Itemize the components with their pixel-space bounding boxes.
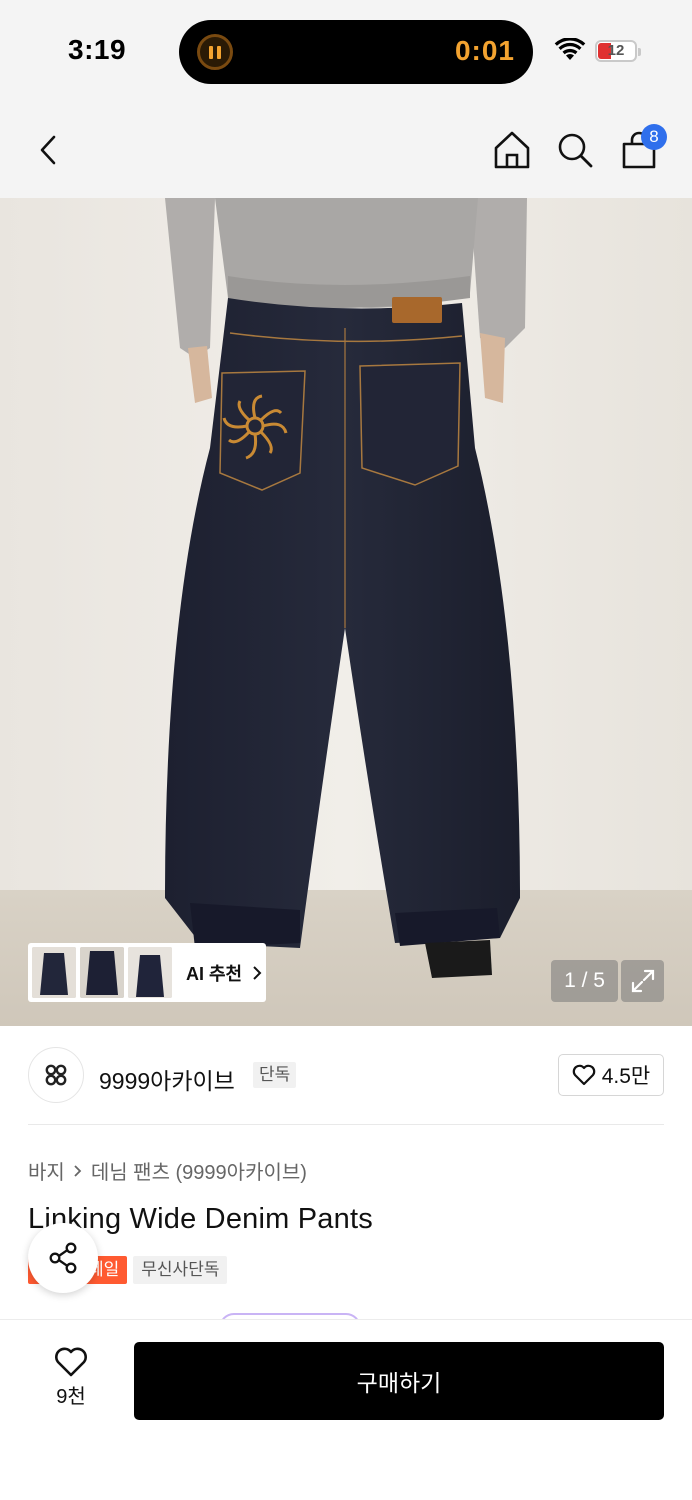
recording-timer: 0:01 (454, 35, 515, 66)
product-detail-page: 3:19 0:01 12 8 AI 추천 1 / 5 9999아카이브 단독 4… (0, 0, 692, 1500)
search-button[interactable] (553, 126, 597, 174)
heart-icon (55, 1347, 87, 1377)
image-page-counter: 1 / 5 (551, 960, 618, 1002)
battery-indicator: 12 (595, 40, 641, 62)
chevron-right-icon (253, 965, 262, 980)
product-photo (0, 198, 692, 1026)
chevron-right-icon (74, 1164, 82, 1177)
brand-like-count: 4.5만 (601, 1065, 651, 1088)
home-icon (494, 131, 530, 169)
exclusive-tag: 무신사단독 (133, 1256, 228, 1284)
brand-logo[interactable] (28, 1047, 84, 1103)
heart-icon (572, 1064, 596, 1086)
ai-recommend-label: AI 추천 (186, 963, 243, 984)
brand-logo-icon (45, 1064, 67, 1086)
brand-exclusive-tag: 단독 (253, 1062, 297, 1088)
back-icon (40, 135, 56, 165)
search-icon (558, 133, 593, 168)
brand-row[interactable]: 9999아카이브 단독 4.5만 (28, 1046, 664, 1104)
product-image-gallery[interactable]: AI 추천 1 / 5 (0, 198, 692, 1026)
status-bar: 3:19 0:01 12 (0, 0, 692, 100)
ai-recommend-button[interactable]: AI 추천 (28, 943, 266, 1002)
share-button[interactable] (28, 1223, 98, 1293)
divider (28, 1124, 664, 1125)
dynamic-island[interactable]: 0:01 (179, 20, 533, 84)
breadcrumb-category[interactable]: 바지 (28, 1156, 65, 1185)
back-button[interactable] (26, 126, 70, 174)
expand-icon (631, 969, 654, 993)
brand-like-button[interactable]: 4.5만 (558, 1054, 664, 1096)
bottom-action-bar: 9천 구매하기 (0, 1319, 692, 1500)
breadcrumb: 바지 데님 팬츠 (9999아카이브) (28, 1156, 307, 1185)
recommend-thumbnail (128, 947, 172, 998)
recommend-thumbnail (32, 947, 76, 998)
brand-name[interactable]: 9999아카이브 (99, 1062, 235, 1096)
top-nav-bar: 8 (0, 100, 692, 198)
recommend-thumbnail (80, 947, 124, 998)
cart-count-badge: 8 (641, 124, 667, 150)
wishlist-count: 9천 (56, 1386, 86, 1408)
battery-level: 12 (607, 42, 625, 59)
wifi-icon (554, 38, 586, 60)
home-button[interactable] (490, 126, 534, 174)
breadcrumb-subcategory[interactable]: 데님 팬츠 (9999아카이브) (91, 1156, 307, 1185)
wishlist-button[interactable]: 9천 (40, 1346, 102, 1416)
cart-button[interactable]: 8 (617, 124, 667, 174)
status-time: 3:19 (68, 34, 127, 65)
share-icon (49, 1242, 77, 1274)
expand-image-button[interactable] (621, 960, 664, 1002)
buy-button[interactable]: 구매하기 (134, 1342, 664, 1420)
pause-icon (197, 34, 233, 70)
